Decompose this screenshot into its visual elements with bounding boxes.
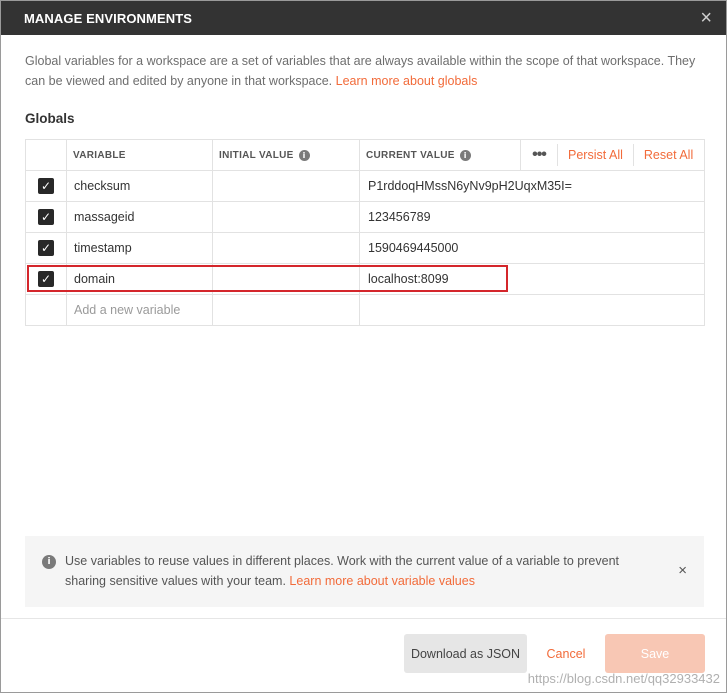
close-icon[interactable]: ×: [700, 8, 712, 28]
column-header-initial-value: INITIAL VALUE i: [212, 139, 360, 171]
header-checkbox-cell: [25, 139, 67, 171]
initial-value-cell[interactable]: [212, 201, 360, 233]
more-options-icon[interactable]: •••: [521, 147, 557, 163]
current-value-cell[interactable]: 123456789: [359, 201, 705, 233]
variable-cell[interactable]: checksum: [66, 170, 213, 202]
current-value-cell[interactable]: localhost:8099: [359, 263, 705, 295]
variable-cell[interactable]: timestamp: [66, 232, 213, 264]
save-button[interactable]: Save: [605, 634, 705, 673]
new-variable-cell[interactable]: Add a new variable: [66, 294, 213, 326]
variable-name: massageid: [74, 210, 135, 224]
new-variable-row: Add a new variable: [25, 294, 705, 326]
info-icon[interactable]: i: [459, 149, 471, 161]
column-header-current-value: CURRENT VALUE i: [359, 139, 521, 171]
variable-name: domain: [74, 272, 115, 286]
download-json-button[interactable]: Download as JSON: [404, 634, 527, 673]
header-current-label: CURRENT VALUE: [366, 149, 455, 161]
section-title: Globals: [25, 111, 75, 126]
cancel-button[interactable]: Cancel: [537, 634, 595, 673]
current-value-cell[interactable]: [359, 294, 705, 326]
variables-tip-banner: i Use variables to reuse values in diffe…: [25, 536, 704, 607]
info-icon: i: [42, 555, 56, 569]
initial-value-cell[interactable]: [212, 170, 360, 202]
header-actions-cell: ••• Persist All Reset All: [520, 139, 705, 171]
header-variable-label: VARIABLE: [73, 149, 126, 161]
modal-header: MANAGE ENVIRONMENTS ×: [1, 1, 726, 35]
enabled-checkbox[interactable]: ✓: [38, 240, 54, 256]
table-row: ✓ massageid 123456789: [25, 201, 705, 233]
enabled-checkbox[interactable]: ✓: [38, 178, 54, 194]
current-value-cell[interactable]: P1rddoqHMssN6yNv9pH2UqxM35I=: [359, 170, 705, 202]
reset-all-button[interactable]: Reset All: [632, 144, 703, 166]
table-row: ✓ checksum P1rddoqHMssN6yNv9pH2UqxM35I=: [25, 170, 705, 202]
variable-cell[interactable]: domain: [66, 263, 213, 295]
current-value: 1590469445000: [368, 241, 459, 255]
learn-more-variable-values-link[interactable]: Learn more about variable values: [289, 574, 475, 588]
variable-name: timestamp: [74, 241, 132, 255]
manage-environments-modal: MANAGE ENVIRONMENTS × Global variables f…: [0, 0, 727, 693]
row-checkbox-cell: ✓: [25, 201, 67, 233]
info-icon[interactable]: i: [298, 149, 310, 161]
table-row: ✓ domain localhost:8099: [25, 263, 705, 295]
modal-title: MANAGE ENVIRONMENTS: [24, 10, 193, 26]
persist-all-button[interactable]: Persist All: [557, 144, 633, 166]
current-value: 123456789: [368, 210, 431, 224]
row-checkbox-cell: ✓: [25, 263, 67, 295]
enabled-checkbox[interactable]: ✓: [38, 209, 54, 225]
initial-value-cell[interactable]: [212, 232, 360, 264]
variable-cell[interactable]: massageid: [66, 201, 213, 233]
tip-text-block: Use variables to reuse values in differe…: [65, 551, 635, 591]
watermark: https://blog.csdn.net/qq32933432: [527, 671, 720, 686]
initial-value-cell[interactable]: [212, 294, 360, 326]
current-value-cell[interactable]: 1590469445000: [359, 232, 705, 264]
close-icon[interactable]: ×: [678, 562, 687, 579]
header-initial-label: INITIAL VALUE: [219, 149, 294, 161]
column-header-variable: VARIABLE: [66, 139, 213, 171]
row-checkbox-cell: ✓: [25, 170, 67, 202]
current-value: localhost:8099: [368, 272, 449, 286]
row-checkbox-cell: [25, 294, 67, 326]
table-row: ✓ timestamp 1590469445000: [25, 232, 705, 264]
initial-value-cell[interactable]: [212, 263, 360, 295]
table-header-row: VARIABLE INITIAL VALUE i CURRENT VALUE i…: [25, 139, 705, 171]
new-variable-placeholder: Add a new variable: [74, 303, 181, 317]
enabled-checkbox[interactable]: ✓: [38, 271, 54, 287]
globals-table: VARIABLE INITIAL VALUE i CURRENT VALUE i…: [25, 139, 705, 326]
footer-divider: [1, 618, 726, 619]
row-checkbox-cell: ✓: [25, 232, 67, 264]
learn-more-globals-link[interactable]: Learn more about globals: [336, 74, 478, 88]
current-value: P1rddoqHMssN6yNv9pH2UqxM35I=: [368, 179, 572, 193]
variable-name: checksum: [74, 179, 131, 193]
globals-description: Global variables for a workspace are a s…: [25, 51, 702, 91]
